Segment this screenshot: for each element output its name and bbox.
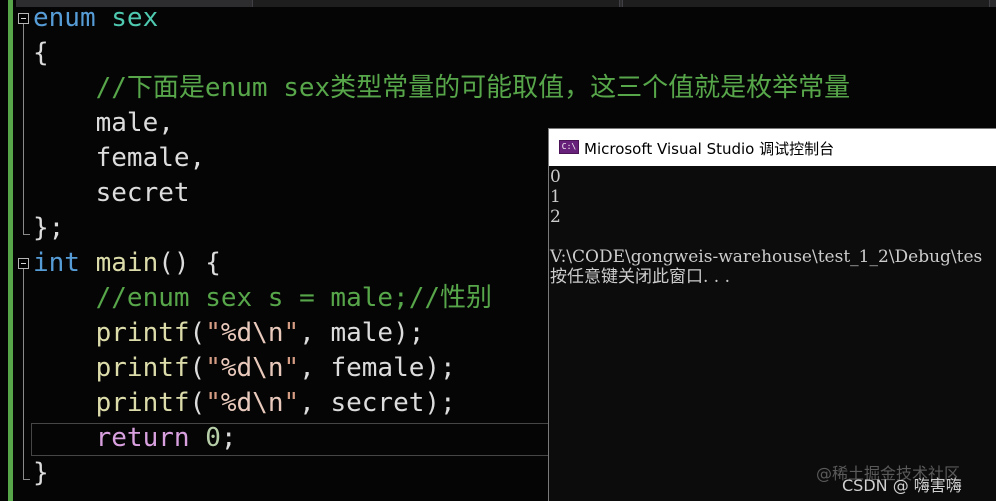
console-line: 0 [550, 167, 561, 187]
code-token: int [33, 248, 80, 278]
code-token: female [95, 143, 190, 173]
code-token: ( [189, 318, 206, 348]
code-token: , [299, 318, 331, 348]
code-token: ( [189, 353, 206, 383]
collapse-enum-icon[interactable] [18, 13, 29, 24]
code-token: " [283, 388, 300, 418]
code-token: , [299, 353, 331, 383]
code-token: male [330, 318, 394, 348]
code-token: ); [393, 318, 425, 348]
code-token: ; [220, 423, 237, 453]
code-token: " [205, 318, 221, 348]
code-token: main [95, 248, 159, 278]
code-token: 0 [205, 423, 221, 453]
code-line[interactable]: enum sex [33, 1, 850, 36]
code-token: secret [330, 388, 425, 418]
code-token: secret [95, 178, 190, 208]
debug-console-window[interactable]: C:\ Microsoft Visual Studio 调试控制台 0 1 2 V:\… [548, 128, 996, 501]
code-token: female [330, 353, 425, 383]
code-line[interactable]: { [33, 36, 850, 71]
code-token: { [33, 38, 49, 68]
editor-gutter [0, 0, 16, 501]
console-title-bar[interactable]: C:\ Microsoft Visual Studio 调试控制台 [549, 129, 996, 166]
code-token: , [158, 108, 174, 138]
code-token: ); [424, 353, 456, 383]
code-token: printf [95, 318, 190, 348]
fold-guide-end [23, 479, 30, 480]
console-app-icon: C:\ [559, 140, 579, 154]
code-token: male [95, 108, 159, 138]
code-token: sex [111, 3, 159, 33]
console-title: Microsoft Visual Studio 调试控制台 [584, 140, 835, 158]
code-token: ( [189, 388, 206, 418]
code-token: enum [33, 3, 96, 33]
fold-guide-line [23, 269, 24, 479]
code-token: %d\n [220, 388, 284, 418]
change-tracking-bar [8, 0, 13, 501]
console-output: 0 1 2 V:\CODE\gongweis-warehouse\test_1_2\D… [550, 167, 982, 287]
code-token: //下面是enum sex类型常量的可能取值，这三个值就是枚举常量 [95, 73, 851, 103]
code-token: () { [158, 248, 221, 278]
code-token: ); [424, 388, 456, 418]
console-line: 1 [550, 187, 561, 207]
code-line[interactable]: //下面是enum sex类型常量的可能取值，这三个值就是枚举常量 [33, 71, 851, 106]
console-line: 按任意键关闭此窗口. . . [550, 267, 731, 287]
code-token: " [205, 388, 221, 418]
fold-guide-end [23, 234, 30, 235]
code-token: return [95, 423, 190, 453]
fold-guide-line [23, 24, 24, 234]
collapse-main-icon[interactable] [18, 258, 29, 269]
code-token: %d\n [220, 318, 284, 348]
console-line: V:\CODE\gongweis-warehouse\test_1_2\Debu… [550, 247, 983, 267]
code-token: " [283, 318, 300, 348]
code-token: } [33, 458, 49, 488]
code-token: printf [95, 388, 190, 418]
csdn-watermark: CSDN @ 嗨害嗨 [842, 476, 962, 495]
code-token: }; [33, 213, 65, 243]
ide-screenshot: enum sex{ //下面是enum sex类型常量的可能取值，这三个值就是枚… [0, 0, 996, 501]
code-token: " [283, 353, 300, 383]
code-token: " [205, 353, 221, 383]
code-token: , [299, 388, 331, 418]
code-token: printf [95, 353, 190, 383]
code-token: //enum sex s = male;//性别 [95, 283, 492, 313]
code-token: , [189, 143, 206, 173]
code-token: %d\n [220, 353, 284, 383]
console-line: 2 [550, 207, 561, 227]
